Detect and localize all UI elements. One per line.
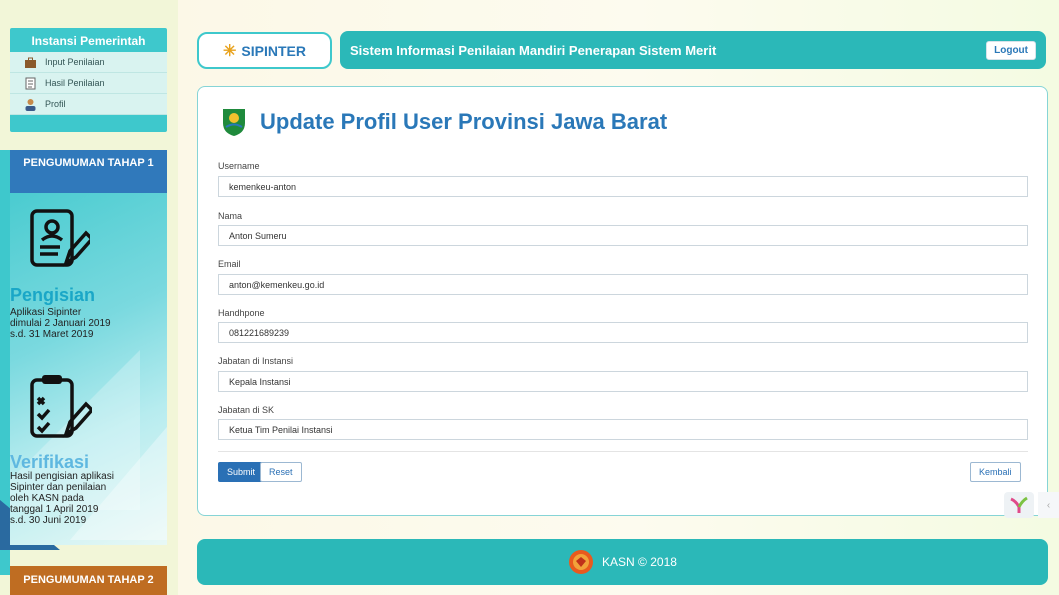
announcement-panel: PENGUMUMAN TAHAP 1 Pengisian Aplikasi Si… (10, 150, 167, 545)
footer-bar: KASN © 2018 (197, 539, 1048, 585)
sidebar-item-hasil-penilaian[interactable]: Hasil Penilaian (10, 73, 167, 94)
nama-field[interactable] (218, 225, 1028, 246)
document-icon (25, 77, 36, 89)
sidebar-item-label: Profil (45, 99, 66, 109)
back-button[interactable]: Kembali (970, 462, 1021, 482)
page-title-row: Update Profil User Provinsi Jawa Barat (220, 107, 667, 137)
handphone-label: Handhpone (218, 308, 265, 318)
step-text-line: s.d. 30 Juni 2019 (10, 515, 87, 526)
user-icon (25, 98, 36, 111)
sidebar-item-input-penilaian[interactable]: Input Penilaian (10, 52, 167, 73)
email-label: Email (218, 259, 241, 269)
step-text-line: Sipinter dan penilaian (10, 482, 107, 493)
sidebar-menu: Instansi Pemerintah Input Penilaian Hasi… (10, 28, 167, 132)
step-pengisian-text: Aplikasi Sipinter dimulai 2 Januari 2019… (10, 307, 111, 340)
profile-form-card: Update Profil User Provinsi Jawa Barat U… (197, 86, 1048, 516)
username-label: Username (218, 161, 260, 171)
step-text-line: Aplikasi Sipinter (10, 307, 82, 318)
checklist-icon (30, 375, 92, 438)
step-text-line: s.d. 31 Maret 2019 (10, 329, 94, 340)
kasn-logo-icon (569, 550, 594, 574)
jabatan-sk-field[interactable] (218, 419, 1028, 440)
sidebar-item-profil[interactable]: Profil (10, 94, 167, 115)
debug-toolbar-logo[interactable] (1004, 492, 1034, 518)
announcement-title: PENGUMUMAN TAHAP 1 (10, 150, 167, 193)
email-field[interactable] (218, 274, 1028, 295)
sidebar-item-label: Input Penilaian (45, 57, 105, 67)
jabatan-instansi-field[interactable] (218, 371, 1028, 392)
submit-button[interactable]: Submit (218, 462, 265, 482)
app-logo-text: SIPINTER (241, 42, 306, 59)
sidebar: Instansi Pemerintah Input Penilaian Hasi… (0, 0, 178, 595)
step-text-line: Hasil pengisian aplikasi (10, 471, 114, 482)
step-text-line: tanggal 1 April 2019 (10, 504, 99, 515)
province-emblem-icon (223, 109, 245, 136)
chevron-left-icon[interactable]: ‹ (1038, 492, 1059, 518)
username-field[interactable] (218, 176, 1028, 197)
jabatan-sk-label: Jabatan di SK (218, 405, 275, 415)
star-logo-icon: ✳ (223, 42, 237, 60)
sidebar-menu-title: Instansi Pemerintah (31, 34, 146, 48)
step-text-line: oleh KASN pada (10, 493, 84, 504)
announcement2-title: PENGUMUMAN TAHAP 2 (10, 566, 167, 595)
reset-button[interactable]: Reset (260, 462, 302, 482)
handphone-field[interactable] (218, 322, 1028, 343)
step-verifikasi-title: Verifikasi (10, 452, 90, 472)
app-title: Sistem Informasi Penilaian Mandiri Pener… (350, 42, 717, 58)
step-verifikasi-text: Hasil pengisian aplikasi Sipinter dan pe… (10, 471, 114, 526)
step-pengisian-title: Pengisian (10, 285, 96, 305)
app-logo[interactable]: ✳ SIPINTER (197, 32, 332, 69)
footer-text: KASN © 2018 (602, 555, 677, 569)
page-title: Update Profil User Provinsi Jawa Barat (260, 109, 668, 134)
form-divider (218, 451, 1028, 452)
step-text-line: dimulai 2 Januari 2019 (10, 318, 111, 329)
yii-logo-icon (1010, 496, 1028, 513)
logout-button[interactable]: Logout (986, 40, 1036, 60)
form-fill-icon (30, 209, 90, 267)
sidebar-item-label: Hasil Penilaian (45, 78, 105, 88)
nama-label: Nama (218, 211, 243, 221)
jabatan-instansi-label: Jabatan di Instansi (218, 356, 294, 366)
header-bar: Sistem Informasi Penilaian Mandiri Pener… (340, 31, 1046, 69)
briefcase-icon (25, 57, 36, 68)
